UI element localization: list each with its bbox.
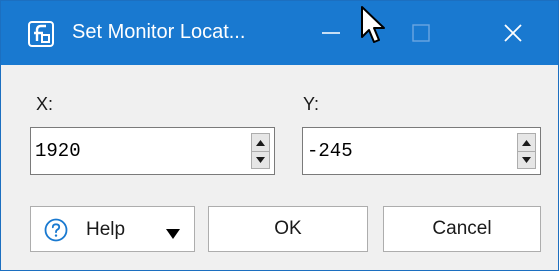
set-monitor-location-dialog: Set Monitor Locat... X: Y: 1920 -245 Hel…	[0, 0, 559, 271]
help-label: Help	[86, 219, 126, 240]
x-spin-buttons	[251, 133, 270, 169]
cancel-button[interactable]: Cancel	[383, 206, 541, 252]
arrow-down-icon	[256, 156, 265, 163]
x-increment-button[interactable]	[252, 134, 269, 152]
maximize-icon	[412, 24, 430, 42]
ok-button[interactable]: OK	[208, 206, 368, 252]
x-input[interactable]	[35, 136, 215, 166]
arrow-up-icon	[522, 139, 531, 146]
title-bar[interactable]: Set Monitor Locat...	[1, 1, 558, 65]
y-increment-button[interactable]	[518, 134, 535, 152]
question-circle-icon	[44, 218, 68, 242]
y-input[interactable]	[307, 136, 487, 166]
y-label: Y:	[303, 94, 320, 114]
minimize-icon	[322, 32, 340, 34]
window-title: Set Monitor Locat...	[72, 21, 246, 43]
x-spinbox[interactable]	[30, 127, 275, 175]
arrow-up-icon	[256, 139, 265, 146]
dropdown-caret-icon	[166, 224, 180, 239]
mouse-pointer-icon	[360, 5, 386, 45]
help-button[interactable]: Help	[30, 206, 195, 252]
close-button[interactable]	[483, 1, 543, 65]
x-decrement-button[interactable]	[252, 151, 269, 168]
app-icon	[28, 21, 54, 47]
arrow-down-icon	[522, 156, 531, 163]
x-label: X:	[36, 94, 54, 114]
minimize-button[interactable]	[301, 1, 361, 65]
y-spin-buttons	[517, 133, 536, 169]
y-spinbox[interactable]	[302, 127, 541, 175]
y-decrement-button[interactable]	[518, 151, 535, 168]
maximize-button[interactable]	[391, 1, 451, 65]
close-icon	[504, 24, 522, 42]
